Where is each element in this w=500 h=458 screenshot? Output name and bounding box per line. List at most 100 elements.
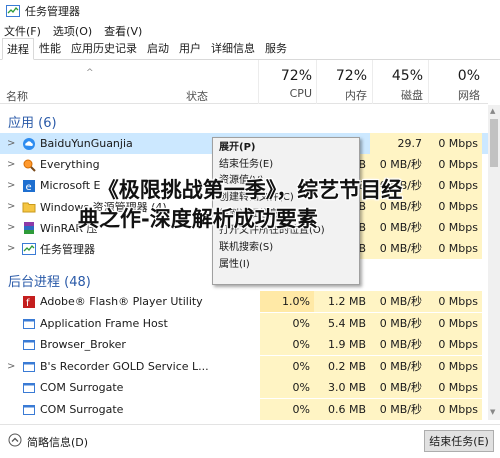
process-row[interactable]: Browser_Broker 0% 1.9 MB 0 MB/秒 0 Mbps [0, 334, 488, 355]
scroll-down-icon[interactable]: ▼ [490, 408, 495, 416]
chevron-right-icon[interactable]: > [7, 222, 15, 233]
column-disk[interactable]: 45% 磁盘 [363, 68, 423, 103]
menu-item-end-task[interactable]: 结束任务(E) [213, 157, 359, 174]
disk-value: 0 MB/秒 [370, 154, 426, 175]
column-header: ^ 名称 状态 72% CPU 72% 内存 45% 磁盘 0% 网络 [0, 60, 488, 104]
folder-icon [22, 200, 36, 214]
tab-details[interactable]: 详细信息 [206, 37, 260, 59]
memory-value: 1.2 MB [314, 291, 370, 312]
network-percent: 0% [457, 68, 480, 84]
process-row[interactable]: COM Surrogate 0% 0.6 MB 0 MB/秒 0 Mbps [0, 399, 488, 420]
tab-performance[interactable]: 性能 [34, 37, 66, 59]
edge-icon: e [22, 179, 36, 193]
network-value: 0 Mbps [426, 356, 482, 377]
tab-processes[interactable]: 进程 [2, 38, 34, 60]
tab-users[interactable]: 用户 [174, 37, 206, 59]
chevron-right-icon[interactable]: > [7, 180, 15, 191]
memory-value: 0.2 MB [314, 356, 370, 377]
disk-value: 0 MB/秒 [370, 175, 426, 196]
tab-bar: 进程 性能 应用历史记录 启动 用户 详细信息 服务 [0, 38, 500, 60]
group-background-title: 后台进程 (48) [8, 275, 91, 290]
end-task-button[interactable]: 结束任务(E) [424, 430, 494, 452]
disk-value: 0 MB/秒 [370, 238, 426, 259]
tab-startup[interactable]: 启动 [142, 37, 174, 59]
cpu-value: 0% [260, 313, 314, 334]
column-status[interactable]: 状态 [186, 88, 208, 104]
chevron-right-icon[interactable]: > [7, 201, 15, 212]
task-manager-icon [6, 4, 20, 18]
disk-value: 0 MB/秒 [370, 217, 426, 238]
cpu-value: 0% [260, 377, 314, 398]
tab-services[interactable]: 服务 [260, 37, 292, 59]
column-name[interactable]: 名称 [6, 88, 28, 104]
process-name: Application Frame Host [40, 317, 168, 330]
memory-label: 内存 [345, 89, 367, 102]
svg-text:e: e [26, 182, 32, 193]
disk-label: 磁盘 [401, 89, 423, 102]
footer-bar: 简略信息(D) 结束任务(E) [0, 424, 500, 458]
memory-value: 1.9 MB [314, 334, 370, 355]
process-name: WinRAR 压 [40, 221, 98, 235]
disk-value: 0 MB/秒 [370, 334, 426, 355]
fewer-details-link[interactable]: 简略信息(D) [27, 434, 88, 450]
network-value: 0 Mbps [426, 154, 482, 175]
menu-item-go-to-details[interactable]: 转到详细信息(G) [213, 207, 359, 224]
network-label: 网络 [458, 89, 480, 102]
process-name: B's Recorder GOLD Service L... [40, 360, 209, 373]
menu-item-expand[interactable]: 展开(P) [213, 140, 359, 157]
window-title: 任务管理器 [25, 5, 80, 18]
process-row[interactable]: Application Frame Host 0% 5.4 MB 0 MB/秒 … [0, 313, 488, 334]
app-window-icon [22, 403, 36, 417]
network-value: 0 Mbps [426, 334, 482, 355]
menu-item-search-online[interactable]: 联机搜索(S) [213, 240, 359, 257]
process-row[interactable]: f Adobe® Flash® Player Utility 1.0% 1.2 … [0, 291, 488, 312]
process-name: Everything [40, 158, 100, 171]
memory-percent: 72% [335, 68, 367, 84]
cpu-label: CPU [289, 87, 312, 100]
disk-percent: 45% [391, 68, 423, 84]
chevron-right-icon[interactable]: > [7, 243, 15, 254]
app-window-icon [22, 338, 36, 352]
process-name: 任务管理器 [40, 242, 95, 256]
menu-item-create-dump[interactable]: 创建转储文件(C) [213, 190, 359, 207]
process-row[interactable]: > B's Recorder GOLD Service L... 0% 0.2 … [0, 356, 488, 377]
column-network[interactable]: 0% 网络 [420, 68, 480, 103]
column-memory[interactable]: 72% 内存 [307, 68, 367, 103]
disk-value: 0 MB/秒 [370, 399, 426, 420]
menu-item-properties[interactable]: 属性(I) [213, 257, 359, 274]
cpu-percent: 72% [280, 68, 312, 84]
disk-value: 0 MB/秒 [370, 377, 426, 398]
disk-value: 29.7 MB... [370, 133, 426, 171]
process-name: COM Surrogate [40, 403, 124, 416]
process-name: Windows 资源管理器 (4) [40, 200, 167, 214]
menu-item-resource-values[interactable]: 资源值(V) [213, 173, 359, 190]
memory-value: 0.6 MB [314, 399, 370, 420]
scroll-thumb[interactable] [490, 119, 498, 167]
disk-value: 0 MB/秒 [370, 196, 426, 217]
search-icon [22, 158, 36, 172]
flash-icon: f [22, 295, 36, 309]
column-cpu[interactable]: 72% CPU [252, 68, 312, 100]
memory-value: 3.0 MB [314, 377, 370, 398]
sort-up-icon: ^ [86, 68, 94, 78]
scroll-up-icon[interactable]: ▲ [490, 107, 495, 115]
chevron-right-icon[interactable]: > [7, 361, 15, 372]
network-value: 0 Mbps [426, 133, 482, 154]
network-value: 0 Mbps [426, 175, 482, 196]
disk-value: 0 MB/秒 [370, 291, 426, 312]
app-window-icon [22, 381, 36, 395]
process-row[interactable]: COM Surrogate 0% 3.0 MB 0 MB/秒 0 Mbps [0, 377, 488, 398]
chevron-right-icon[interactable]: > [7, 159, 15, 170]
network-value: 0 Mbps [426, 399, 482, 420]
collapse-circle-icon[interactable] [8, 433, 22, 447]
process-name: Adobe® Flash® Player Utility [40, 295, 203, 308]
context-menu: 展开(P) 结束任务(E) 资源值(V) 创建转储文件(C) 转到详细信息(G)… [212, 137, 360, 285]
vertical-scrollbar[interactable]: ▲ ▼ [488, 105, 500, 420]
chevron-right-icon[interactable]: > [7, 138, 15, 149]
menu-item-open-file-location[interactable]: 打开文件所在的位置(O) [213, 223, 359, 240]
process-name: Browser_Broker [40, 338, 126, 351]
taskmgr-icon [22, 242, 36, 256]
network-value: 0 Mbps [426, 291, 482, 312]
tab-app-history[interactable]: 应用历史记录 [66, 37, 142, 59]
network-value: 0 Mbps [426, 313, 482, 334]
